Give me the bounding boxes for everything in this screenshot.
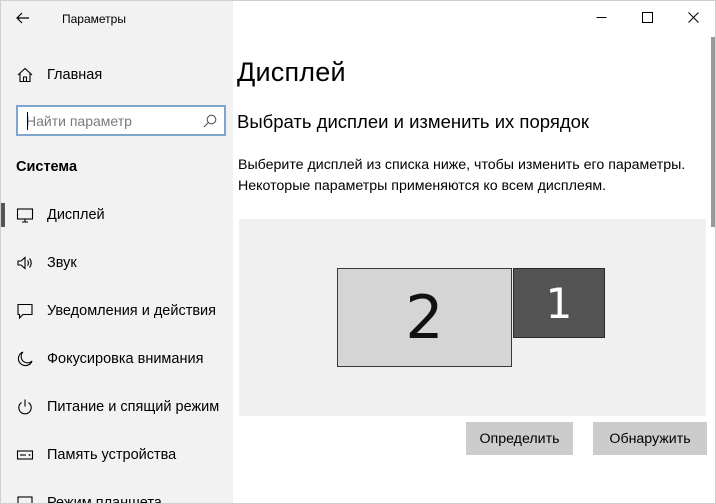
power-icon [18,399,32,415]
description-line: Выберите дисплей из списка ниже, чтобы и… [238,157,686,173]
sidebar-item-notifications[interactable]: Уведомления и действия [1,291,233,331]
close-icon [687,11,699,23]
sidebar: Параметры Главная Система Дисплей [1,1,233,504]
title-bar: Параметры [1,1,233,35]
sidebar-item-label: Режим планшета [47,495,162,504]
sidebar-item-label: Звук [47,255,77,271]
sidebar-item-label: Питание и спящий режим [47,399,220,415]
section-title: Система [16,159,78,175]
speaker-icon [17,256,32,270]
maximize-button[interactable] [624,1,670,33]
description: Выберите дисплей из списка ниже, чтобы и… [238,155,713,197]
sidebar-item-home[interactable]: Главная [1,59,233,91]
sidebar-item-label: Фокусировка внимания [47,351,204,367]
detect-button[interactable]: Обнаружить [593,422,707,455]
scrollbar[interactable] [711,37,715,227]
search-box[interactable] [16,105,226,136]
sidebar-item-power[interactable]: Питание и спящий режим [1,387,233,427]
notification-icon [17,303,33,320]
sidebar-item-label: Уведомления и действия [47,303,216,319]
back-button[interactable] [11,7,35,29]
home-label: Главная [47,67,103,83]
sidebar-item-label: Дисплей [47,207,105,223]
maximize-icon [641,11,653,23]
storage-icon [16,450,34,460]
page-title: Дисплей [237,57,346,87]
monitor-1[interactable]: 1 [513,268,605,338]
back-arrow-icon [16,12,29,24]
moon-icon [17,351,33,367]
sidebar-item-focus-assist[interactable]: Фокусировка внимания [1,339,233,379]
sidebar-item-tablet-mode[interactable]: Режим планшета [1,483,233,504]
section-heading: Выбрать дисплеи и изменить их порядок [237,111,590,132]
identify-button[interactable]: Определить [466,422,573,455]
display-arrangement-area: 2 1 [239,219,706,416]
description-line: Некоторые параметры применяются ко всем … [238,178,607,194]
search-input[interactable] [26,112,196,130]
sidebar-item-storage[interactable]: Память устройства [1,435,233,475]
monitor-number: 1 [545,278,573,328]
sidebar-item-label: Память устройства [47,447,177,463]
settings-window: Параметры Главная Система Дисплей [0,0,716,504]
minimize-icon [596,16,606,18]
sidebar-item-sound[interactable]: Звук [1,243,233,283]
minimize-button[interactable] [578,1,624,33]
monitor-icon [16,208,34,223]
close-button[interactable] [670,1,715,33]
app-title: Параметры [62,12,126,26]
sidebar-item-display[interactable]: Дисплей [1,195,233,235]
text-caret [27,112,28,130]
monitor-number: 2 [405,282,444,353]
tablet-icon [17,496,33,503]
monitor-2[interactable]: 2 [337,268,512,367]
search-icon[interactable] [202,113,218,129]
home-icon [17,67,33,83]
